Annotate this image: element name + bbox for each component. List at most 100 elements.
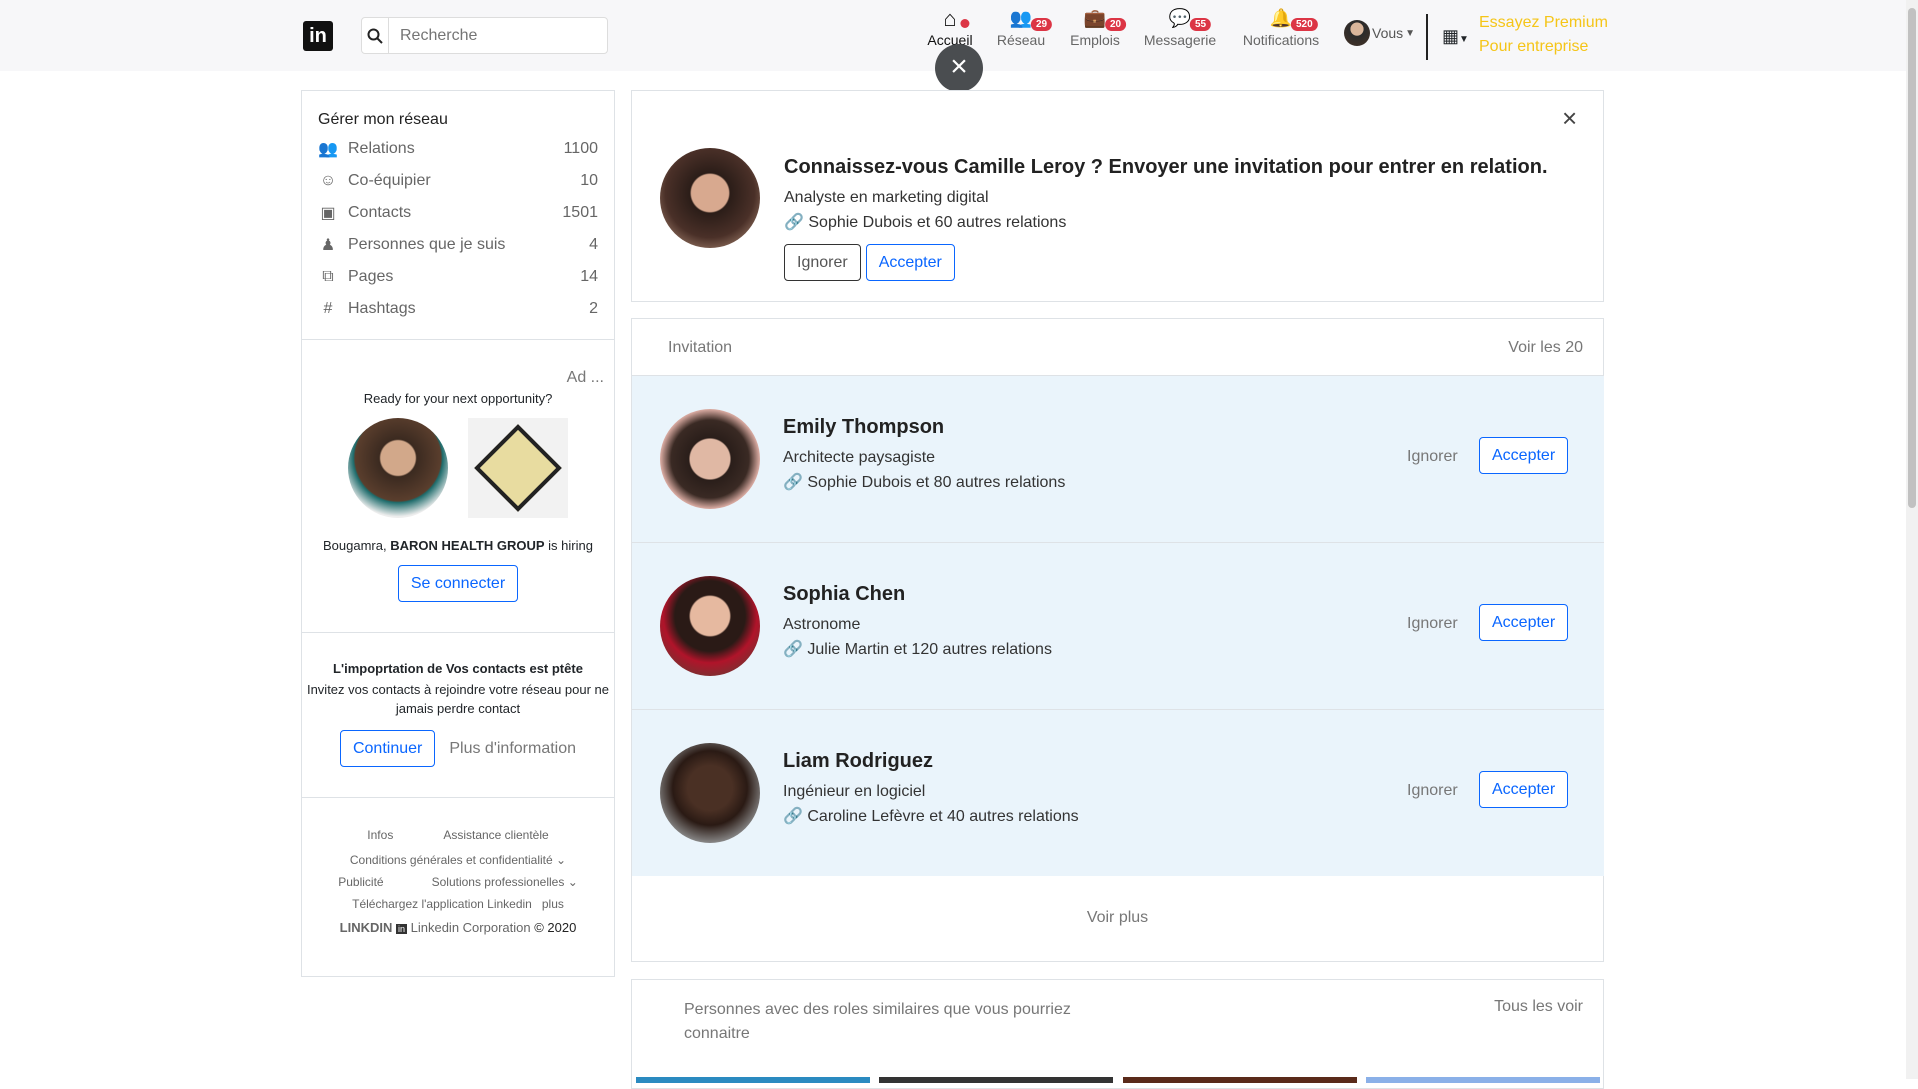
nav-label: Notifications [1242, 32, 1320, 48]
nav-messaging[interactable]: 💬 55 Messagerie [1144, 8, 1216, 48]
caret-down-icon: ▼ [1405, 27, 1416, 39]
invitation-avatar [660, 576, 760, 676]
invitation-name[interactable]: Emily Thompson [783, 416, 1065, 439]
invitation-name[interactable]: Sophia Chen [783, 583, 1052, 606]
mutual-connections: Sophie Dubois et 60 autres relations [808, 214, 1067, 231]
card-title: Gérer mon réseau [318, 111, 448, 128]
sidebar-item-hashtags[interactable]: # Hashtags 2 [302, 293, 614, 325]
contact-book-icon: ▣ [320, 205, 336, 222]
suggestion-title: Connaissez-vous Camille Leroy ? Envoyer … [784, 156, 1548, 178]
close-icon[interactable]: × [1562, 103, 1577, 134]
nav-label: Emplois [1070, 32, 1120, 48]
premium-business-link[interactable]: Pour entreprise [1479, 38, 1588, 56]
mutual-connections: Julie Martin et 120 autres relations [807, 641, 1052, 658]
link-icon: 🔗 [784, 214, 804, 231]
close-overlay-button[interactable]: × [935, 44, 983, 92]
footer-link-support[interactable]: Assistance clientèle [443, 828, 548, 842]
ad-headline: Ready for your next opportunity? [363, 391, 553, 406]
nav-notifications[interactable]: 🔔 520 Notifications [1243, 8, 1319, 48]
user-avatar [348, 418, 448, 518]
home-icon: ⌂ [943, 6, 957, 31]
invitations-header: Invitation [668, 339, 733, 356]
item-label: Personnes que je suis [348, 236, 506, 253]
nav-home[interactable]: ⌂ Accueil [927, 6, 972, 49]
import-title: L'impoprtation de Vos contacts est ptête [333, 661, 583, 676]
see-all-invitations-link[interactable]: Voir les 20 [1508, 339, 1583, 357]
hashtag-icon: # [323, 300, 333, 317]
avatar [1344, 20, 1370, 46]
invitation-avatar [660, 409, 760, 509]
linkedin-logo[interactable]: in [303, 21, 333, 51]
ad-hiring-text: Bougamra, BARON HEALTH GROUP is hiring [323, 538, 593, 553]
import-contacts-card: L'impoprtation de Vos contacts est ptête… [301, 632, 615, 798]
copy-icon: ⧉ [322, 268, 334, 285]
accept-button[interactable]: Accepter [1479, 771, 1569, 808]
nav-jobs[interactable]: 💼 20 Emplois [1070, 8, 1127, 48]
sidebar-item-following[interactable]: ♟ Personnes que je suis 4 [302, 229, 614, 261]
sidebar-item-coworker[interactable]: ☺ Co-équipier 10 [302, 165, 614, 197]
user-tie-icon: ♟ [320, 237, 336, 254]
footer-link-solutions[interactable]: Solutions professionelles [432, 875, 565, 889]
sidebar-item-pages[interactable]: ⧉ Pages 14 [302, 261, 614, 293]
footer-link-plus[interactable]: plus [542, 897, 564, 911]
invitation-job: Architecte paysagiste [783, 449, 936, 466]
continue-button[interactable]: Continuer [339, 730, 436, 767]
item-count: 14 [580, 268, 598, 285]
me-menu[interactable]: Vous ▼ [1344, 20, 1415, 46]
linkedin-small-icon: in [395, 924, 407, 934]
see-more-button[interactable]: Voir plus [632, 909, 1603, 927]
link-icon: 🔗 [783, 808, 803, 825]
profile-card-thumb [1123, 1077, 1357, 1083]
nav-network[interactable]: 👥 29 Réseau [996, 8, 1053, 48]
see-all-similar-link[interactable]: Tous les voir [1494, 998, 1583, 1016]
similar-title: Personnes avec des roles similaires que … [684, 1001, 1071, 1042]
accept-button[interactable]: Accepter [1479, 604, 1569, 641]
chat-icon: 💬 [1168, 8, 1192, 28]
badge: 20 [1104, 18, 1127, 31]
profile-card-thumb [879, 1077, 1113, 1083]
footer-link-app[interactable]: Téléchargez l'application Linkedin [352, 897, 532, 911]
nav-label: Réseau [996, 32, 1046, 48]
ignore-button[interactable]: Ignorer [1407, 615, 1458, 633]
nav-label: Messagerie [1143, 32, 1217, 48]
footer-link-terms[interactable]: Conditions générales et confidentialité … [302, 853, 614, 867]
invitation-name[interactable]: Liam Rodriguez [783, 750, 1079, 773]
item-label: Co-équipier [348, 172, 431, 189]
premium-link[interactable]: Essayez Premium [1479, 14, 1608, 32]
item-label: Pages [348, 268, 394, 285]
item-count: 2 [589, 300, 598, 317]
manage-network-card: Gérer mon réseau 👥 Relations 1100 ☺ Co-équi… [301, 90, 615, 340]
invitation-row: Liam Rodriguez Ingénieur en logiciel 🔗 Car… [632, 709, 1604, 876]
chevron-down-icon: ⌄ [567, 875, 578, 889]
bell-icon: 🔔 [1269, 8, 1293, 28]
ad-label[interactable]: Ad ... [302, 340, 614, 387]
link-icon: 🔗 [783, 474, 803, 491]
nav-divider [1426, 14, 1428, 60]
badge: 520 [1290, 18, 1318, 31]
more-info-link[interactable]: Plus d'information [449, 740, 576, 758]
scrollbar-thumb[interactable] [1908, 8, 1916, 508]
footer-link-ads[interactable]: Publicité [338, 875, 383, 889]
suggestion-card: × Connaissez-vous Camille Leroy ? Envoye… [631, 90, 1604, 302]
footer-link-infos[interactable]: Infos [367, 828, 393, 842]
people-icon: 👥 [318, 141, 338, 158]
footer-copyright: LINKDIN in Linkedin Corporation © 2020 [339, 920, 577, 935]
mutual-connections: Sophie Dubois et 80 autres relations [807, 474, 1066, 491]
sidebar-item-contacts[interactable]: ▣ Contacts 1501 [302, 197, 614, 229]
accept-button[interactable]: Accepter [1479, 437, 1569, 474]
ignore-button[interactable]: Ignorer [784, 244, 861, 281]
item-label: Contacts [348, 204, 412, 221]
accept-button[interactable]: Accepter [865, 244, 955, 281]
profile-card-thumb [636, 1077, 870, 1083]
apps-grid-button[interactable]: ▦▼ [1442, 26, 1469, 47]
sidebar-item-relations[interactable]: 👥 Relations 1100 [302, 133, 614, 165]
search-icon[interactable] [362, 18, 389, 53]
connect-button[interactable]: Se connecter [397, 565, 519, 602]
search-input[interactable] [389, 18, 607, 53]
company-logo [468, 418, 568, 518]
invitation-row: Sophia Chen Astronome 🔗 Julie Martin et 12… [632, 542, 1604, 709]
briefcase-icon: 💼 [1083, 8, 1107, 28]
ignore-button[interactable]: Ignorer [1407, 448, 1458, 466]
ignore-button[interactable]: Ignorer [1407, 782, 1458, 800]
people-icon: 👥 [1009, 8, 1033, 28]
